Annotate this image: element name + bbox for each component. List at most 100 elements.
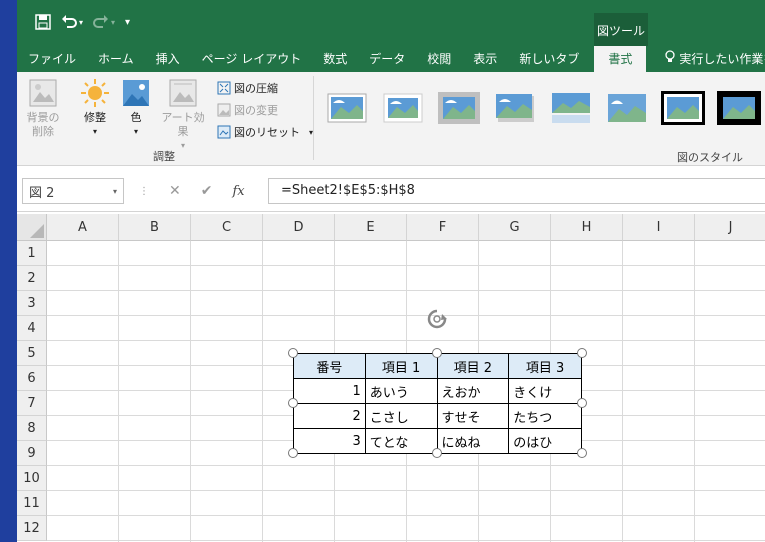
quick-access-toolbar: ▾ ▾ ▾: [35, 14, 130, 30]
table-cell: にぬね: [436, 428, 510, 454]
picture-style-reflected[interactable]: [549, 91, 593, 125]
table-row: 1 あいう えおか きくけ: [293, 378, 582, 404]
tab-new-tab[interactable]: 新しいタブ: [508, 46, 590, 72]
formula-bar-area: 図 2 ▾ ⋮ ✕ ✔ fx =Sheet2!$E$5:$H$8: [17, 166, 765, 212]
name-box-dropdown-icon[interactable]: ▾: [113, 187, 117, 196]
picture-style-black-frame[interactable]: [661, 91, 705, 125]
remove-background-button[interactable]: 背景の 削除: [21, 78, 65, 139]
picture-tools-context-label: 図ツール: [594, 13, 648, 46]
cancel-icon[interactable]: ✕: [169, 183, 181, 199]
row-header-2[interactable]: 2: [17, 266, 47, 291]
row-header-10[interactable]: 10: [17, 466, 47, 491]
corrections-button[interactable]: 修整 ▾: [75, 78, 115, 139]
column-header-c[interactable]: C: [191, 214, 263, 241]
undo-icon[interactable]: ▾: [61, 15, 83, 29]
row-header-5[interactable]: 5: [17, 341, 47, 366]
insert-function-icon[interactable]: fx: [232, 184, 244, 199]
excel-window: ▾ ▾ ▾ 図ツール ファイル ホーム 挿入 ページ レイアウト 数式 データ …: [17, 0, 765, 542]
row-header-3[interactable]: 3: [17, 291, 47, 316]
compress-pictures-button[interactable]: 図の圧縮: [217, 80, 278, 96]
picture-style-soft-rect[interactable]: [605, 91, 649, 125]
row-header-7[interactable]: 7: [17, 391, 47, 416]
formula-input[interactable]: =Sheet2!$E$5:$H$8: [268, 178, 765, 204]
picture-style-simple-frame[interactable]: [325, 91, 369, 125]
resize-handle-bottom-left[interactable]: [288, 448, 298, 458]
resize-handle-bottom-right[interactable]: [577, 448, 587, 458]
tab-data[interactable]: データ: [358, 46, 416, 72]
grid-hline: [47, 290, 765, 291]
rotate-handle-icon[interactable]: [425, 307, 449, 331]
select-all-corner[interactable]: [17, 214, 47, 241]
tell-me-text: 実行したい作業を: [679, 52, 765, 66]
header-cell-item3: 項目 3: [508, 353, 582, 379]
table-cell: 1: [293, 378, 366, 404]
grid-vline: [190, 241, 191, 542]
reset-picture-icon: [217, 125, 231, 139]
column-header-f[interactable]: F: [407, 214, 479, 241]
resize-handle-top-right[interactable]: [577, 348, 587, 358]
row-header-11[interactable]: 11: [17, 491, 47, 516]
tab-file[interactable]: ファイル: [17, 46, 87, 72]
change-picture-button[interactable]: 図の変更: [217, 102, 278, 118]
resize-handle-top-left[interactable]: [288, 348, 298, 358]
ribbon: 背景の 削除 修整 ▾ 色 ▾ アート効果 ▾ 図の圧縮 図の変更 図のリセット: [17, 72, 765, 166]
resize-handle-top[interactable]: [432, 348, 442, 358]
remove-background-icon: [29, 79, 57, 107]
picture-style-thick-matte[interactable]: [437, 91, 481, 125]
enter-icon[interactable]: ✔: [201, 183, 213, 199]
color-button[interactable]: 色 ▾: [119, 78, 153, 139]
table-cell: きくけ: [508, 378, 582, 404]
resize-handle-left[interactable]: [288, 398, 298, 408]
column-header-b[interactable]: B: [119, 214, 191, 241]
tab-page-layout[interactable]: ページ レイアウト: [191, 46, 313, 72]
row-header-8[interactable]: 8: [17, 416, 47, 441]
group-separator: [313, 76, 314, 160]
column-header-j[interactable]: J: [695, 214, 765, 241]
picture-style-shadow[interactable]: [493, 91, 537, 125]
row-header-4[interactable]: 4: [17, 316, 47, 341]
tab-formulas[interactable]: 数式: [312, 46, 358, 72]
table-cell: 2: [293, 403, 366, 429]
tab-review[interactable]: 校閲: [416, 46, 462, 72]
table-row: 2 こさし すせそ たちつ: [293, 403, 582, 429]
save-icon[interactable]: [35, 14, 51, 30]
resize-handle-bottom[interactable]: [432, 448, 442, 458]
tab-format[interactable]: 書式: [594, 46, 647, 72]
column-header-e[interactable]: E: [335, 214, 407, 241]
artistic-effects-button[interactable]: アート効果 ▾: [157, 78, 209, 153]
more-icon: ⋮: [139, 185, 149, 197]
ribbon-tabs: ファイル ホーム 挿入 ページ レイアウト 数式 データ 校閲 表示 新しいタブ…: [17, 46, 765, 72]
title-bar: ▾ ▾ ▾ 図ツール: [17, 0, 765, 46]
table-cell: こさし: [364, 403, 438, 429]
grid-vline: [622, 241, 623, 542]
tab-view[interactable]: 表示: [462, 46, 508, 72]
row-header-12[interactable]: 12: [17, 516, 47, 541]
sun-icon: [81, 79, 109, 107]
worksheet-grid[interactable]: ABCDEFGHIJ 1 2 3 4 5 6 7 8 9 10 11 12 番号 項目 1 項目 2 …: [17, 214, 765, 542]
column-header-a[interactable]: A: [47, 214, 119, 241]
row-header-9[interactable]: 9: [17, 441, 47, 466]
column-header-g[interactable]: G: [479, 214, 551, 241]
tab-insert[interactable]: 挿入: [145, 46, 191, 72]
column-header-h[interactable]: H: [551, 214, 623, 241]
column-header-i[interactable]: I: [623, 214, 695, 241]
picture-styles-group-label: 図のスタイル: [677, 151, 743, 164]
reset-picture-button[interactable]: 図のリセット ▾: [217, 124, 313, 140]
column-header-d[interactable]: D: [263, 214, 335, 241]
grid-hline: [47, 265, 765, 266]
table-cell: たちつ: [508, 403, 582, 429]
tab-home[interactable]: ホーム: [87, 46, 145, 72]
row-header-6[interactable]: 6: [17, 366, 47, 391]
row-header-1[interactable]: 1: [17, 241, 47, 266]
tell-me-box[interactable]: 実行したい作業を: [654, 46, 765, 72]
customize-qat-icon[interactable]: ▾: [125, 17, 130, 28]
grid-hline: [47, 490, 765, 491]
picture-style-soft-edge[interactable]: [381, 91, 425, 125]
resize-handle-right[interactable]: [577, 398, 587, 408]
table-cell: てとな: [364, 428, 438, 454]
linked-picture[interactable]: 番号 項目 1 項目 2 項目 3 1 あいう えおか きくけ 2 こさし すせ…: [293, 353, 582, 454]
name-box[interactable]: 図 2 ▾: [22, 178, 124, 204]
change-picture-icon: [217, 103, 231, 117]
redo-icon[interactable]: ▾: [93, 15, 115, 29]
picture-style-thick-black[interactable]: [717, 91, 761, 125]
